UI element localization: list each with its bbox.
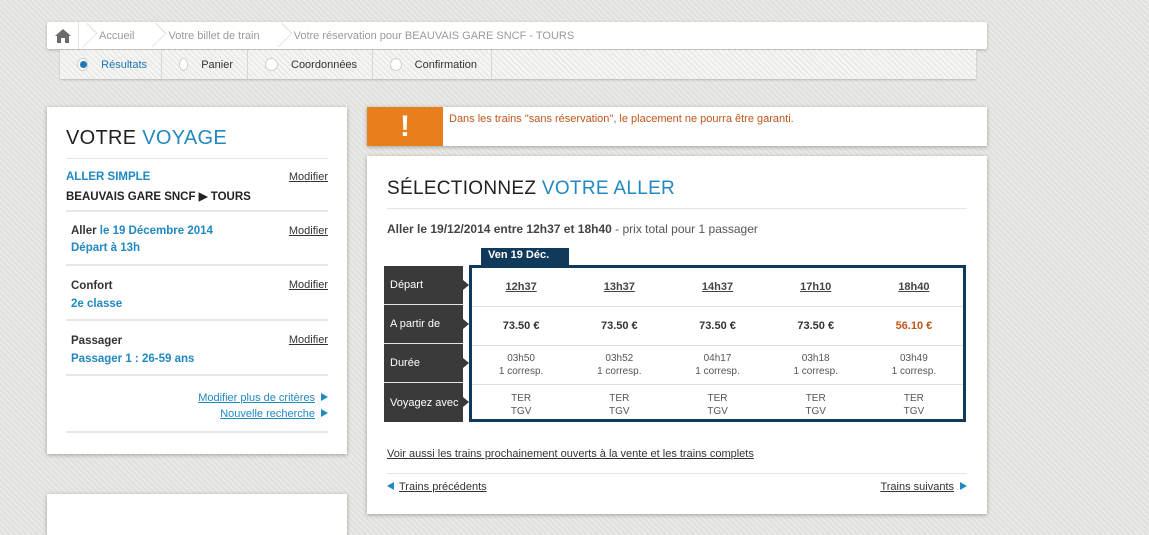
price-cell[interactable]: 73.50 €	[668, 307, 766, 345]
breadcrumb-item-reservation: Votre réservation pour BEAUVAIS GARE SNC…	[274, 22, 589, 49]
trip-type-section: Modifier ALLER SIMPLE BEAUVAIS GARE SNCF…	[66, 159, 328, 212]
price-cell-cheapest[interactable]: 56.10 €	[865, 307, 963, 345]
duration-cell: 03h52 1 corresp.	[597, 353, 642, 377]
depart-time: Départ à 13h	[71, 242, 141, 254]
step-panier[interactable]: Panier	[162, 50, 248, 79]
passager-section: Modifier Passager Passager 1 : 26-59 ans	[66, 321, 328, 376]
warning-alert: ! Dans les trains "sans réservation", le…	[367, 107, 987, 146]
secondary-panel	[47, 494, 347, 535]
breadcrumb-item-billet[interactable]: Votre billet de train	[148, 22, 273, 49]
aller-label: Aller	[71, 225, 97, 237]
search-links: Modifier plus de critères Nouvelle reche…	[66, 376, 328, 433]
selection-title: SÉLECTIONNEZ VOTRE ALLER	[387, 156, 967, 209]
duration-cell: 03h18 1 corresp.	[793, 353, 838, 377]
duration-cell: 04h17 1 corresp.	[695, 353, 740, 377]
train-type-cell: TER TGV	[707, 392, 728, 417]
train-grid: Ven 19 Déc. Départ A partir de Durée Voy…	[384, 248, 967, 423]
arrow-right-icon	[960, 482, 967, 490]
departure-time-link[interactable]: 18h40	[865, 268, 963, 306]
see-also-link[interactable]: Voir aussi les trains prochainement ouve…	[387, 448, 754, 460]
departure-time-link[interactable]: 13h37	[570, 268, 668, 306]
arrow-left-icon	[387, 482, 394, 490]
train-type-cell: TER TGV	[805, 392, 826, 417]
voyage-title: VOTRE VOYAGE	[66, 107, 328, 159]
step-coordonnees[interactable]: Coordonnées	[248, 50, 373, 79]
row-label-prix: A partir de	[384, 305, 469, 344]
aller-section: Modifier Aller le 19 Décembre 2014 Dépar…	[66, 212, 328, 266]
duration-cell: 03h49 1 corresp.	[891, 353, 937, 377]
step-radio-icon	[179, 58, 189, 71]
booking-steps: Résultats Panier Coordonnées Confirmatio…	[60, 50, 976, 79]
aller-date: le 19 Décembre 2014	[99, 225, 213, 237]
step-confirmation[interactable]: Confirmation	[373, 50, 492, 79]
new-search-link[interactable]: Nouvelle recherche	[220, 408, 315, 420]
price-row: 73.50 € 73.50 € 73.50 € 73.50 € 56.10 €	[472, 307, 963, 346]
confort-section: Modifier Confort 2e classe	[66, 266, 328, 321]
row-label-voyagez: Voyagez avec	[384, 383, 469, 422]
departure-time-link[interactable]: 14h37	[668, 268, 766, 306]
voyage-summary-panel: VOTRE VOYAGE Modifier ALLER SIMPLE BEAUV…	[47, 107, 347, 454]
train-selection-panel: SÉLECTIONNEZ VOTRE ALLER Aller le 19/12/…	[367, 156, 987, 514]
warning-icon: !	[367, 107, 443, 146]
price-cell[interactable]: 73.50 €	[767, 307, 865, 345]
duration-cell: 03h50 1 corresp.	[498, 353, 544, 377]
train-type-row: TER TGV TER TGV TER TGV TER TGV TER TGV	[472, 385, 963, 424]
previous-trains[interactable]: Trains précédents	[387, 481, 487, 493]
grid-row-labels: Départ A partir de Durée Voyagez avec	[384, 266, 469, 422]
arrow-right-icon	[321, 393, 328, 401]
price-cell[interactable]: 73.50 €	[472, 307, 570, 345]
modify-confort-link[interactable]: Modifier	[289, 279, 328, 291]
step-radio-icon	[77, 58, 89, 71]
route-arrow-icon: ▶	[198, 191, 208, 203]
modify-aller-link[interactable]: Modifier	[289, 225, 328, 237]
modify-passager-link[interactable]: Modifier	[289, 334, 328, 346]
train-grid-frame: 12h37 13h37 14h37 17h10 18h40 73.50 € 73…	[469, 265, 966, 422]
passager-value: Passager 1 : 26-59 ans	[71, 353, 195, 365]
route: BEAUVAIS GARE SNCF ▶ TOURS	[66, 191, 251, 203]
alert-text: Dans les trains "sans réservation", le p…	[449, 113, 794, 125]
train-type-cell: TER TGV	[609, 392, 630, 417]
train-type-cell: TER TGV	[903, 392, 925, 417]
departure-row: 12h37 13h37 14h37 17h10 18h40	[472, 268, 963, 307]
home-icon[interactable]	[54, 28, 72, 44]
date-tab: Ven 19 Déc.	[481, 248, 569, 265]
train-type-cell: TER TGV	[510, 392, 532, 417]
previous-trains-link[interactable]: Trains précédents	[399, 481, 487, 493]
departure-time-link[interactable]: 12h37	[472, 268, 570, 306]
modify-criteria-link[interactable]: Modifier plus de critères	[198, 392, 315, 404]
row-label-depart: Départ	[384, 266, 469, 305]
step-radio-icon	[265, 58, 278, 71]
step-radio-icon	[390, 58, 402, 71]
step-resultats[interactable]: Résultats	[60, 50, 162, 79]
breadcrumb-item-accueil[interactable]: Accueil	[79, 22, 148, 49]
modify-trip-link[interactable]: Modifier	[289, 171, 328, 183]
search-summary: Aller le 19/12/2014 entre 12h37 et 18h40…	[387, 222, 758, 236]
arrow-right-icon	[321, 409, 328, 417]
row-label-duree: Durée	[384, 344, 469, 383]
confort-value: 2e classe	[71, 298, 123, 310]
duration-row: 03h50 1 corresp. 03h52 1 corresp. 04h17 1 c…	[472, 346, 963, 385]
next-trains-link[interactable]: Trains suivants	[880, 481, 954, 493]
price-cell[interactable]: 73.50 €	[570, 307, 668, 345]
breadcrumb: Accueil Votre billet de train Votre rése…	[47, 22, 987, 49]
divider	[387, 473, 967, 474]
next-trains[interactable]: Trains suivants	[880, 481, 967, 493]
departure-time-link[interactable]: 17h10	[767, 268, 865, 306]
